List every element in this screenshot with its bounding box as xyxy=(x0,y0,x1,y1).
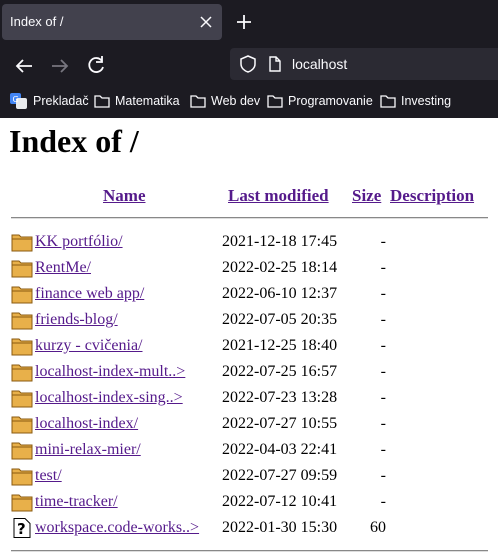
table-row: localhost-index-sing..> 2022-07-23 13:28 - xyxy=(0,386,498,412)
folder-icon[interactable] xyxy=(11,388,33,408)
table-row: KK portfólio/2021-12-18 17:45 - xyxy=(0,230,498,256)
url-bar[interactable]: localhost xyxy=(230,48,498,80)
last-modified-cell: 2022-06-10 12:37 xyxy=(222,285,338,302)
table-row: RentMe/2022-02-25 18:14 - xyxy=(0,256,498,282)
folder-icon[interactable] xyxy=(11,492,33,512)
unknown-file-icon[interactable]: ? xyxy=(11,518,33,538)
bookmark-item[interactable]: Investing xyxy=(380,91,451,111)
file-link[interactable]: KK portfólio/ xyxy=(35,233,123,251)
file-link[interactable]: time-tracker/ xyxy=(35,493,118,511)
last-modified-cell: 2022-07-25 16:57 xyxy=(222,363,338,380)
tab-bar: Index of / xyxy=(0,0,498,44)
table-row: friends-blog/2022-07-05 20:35 - xyxy=(0,308,498,334)
size-cell: - xyxy=(380,441,386,458)
back-icon[interactable] xyxy=(10,52,38,80)
folder-icon[interactable] xyxy=(11,362,33,382)
new-tab-icon[interactable] xyxy=(232,10,256,34)
file-link[interactable]: test/ xyxy=(35,467,62,485)
table-row: mini-relax-mier/2022-04-03 22:41 - xyxy=(0,438,498,464)
size-cell: - xyxy=(380,285,386,302)
tab-title: Index of / xyxy=(10,14,64,29)
table-row: test/2022-07-27 09:59 - xyxy=(0,464,498,490)
folder-icon[interactable] xyxy=(11,466,33,486)
last-modified-cell: 2022-04-03 22:41 xyxy=(222,441,338,458)
size-cell: - xyxy=(380,415,386,432)
file-link[interactable]: friends-blog/ xyxy=(35,311,118,329)
last-modified-cell: 2022-07-27 09:59 xyxy=(222,467,338,484)
tab-active[interactable]: Index of / xyxy=(2,4,222,40)
bookmark-item[interactable]: G Prekladač xyxy=(10,91,89,111)
table-row: localhost-index-mult..> 2022-07-25 16:57 - xyxy=(0,360,498,386)
size-cell: - xyxy=(380,233,386,250)
file-link[interactable]: kurzy - cvičenia/ xyxy=(35,337,143,355)
shield-icon[interactable] xyxy=(238,54,258,74)
file-link[interactable]: workspace.code-works..> xyxy=(35,519,199,537)
folder-icon[interactable] xyxy=(11,310,33,330)
column-header-last-modified[interactable]: Last modified xyxy=(228,186,329,206)
file-link[interactable]: mini-relax-mier/ xyxy=(35,441,141,459)
bookmark-item[interactable]: Matematika xyxy=(94,91,180,111)
table-row: finance web app/2022-06-10 12:37 - xyxy=(0,282,498,308)
svg-text:G: G xyxy=(13,95,19,104)
header-divider xyxy=(11,217,488,219)
table-row: kurzy - cvičenia/2021-12-25 18:40 - xyxy=(0,334,498,360)
browser-chrome: Index of / localhost G Prekladač Matemat… xyxy=(0,0,498,118)
last-modified-cell: 2022-07-27 10:55 xyxy=(222,415,338,432)
forward-icon[interactable] xyxy=(46,52,74,80)
size-cell: - xyxy=(380,337,386,354)
folder-icon[interactable] xyxy=(11,336,33,356)
folder-icon[interactable] xyxy=(11,284,33,304)
last-modified-cell: 2022-07-12 10:41 xyxy=(222,493,338,510)
size-cell: - xyxy=(380,259,386,276)
last-modified-cell: 2022-01-30 15:30 xyxy=(222,519,338,536)
page-content: Index of / Name Last modified Size Descr… xyxy=(0,118,498,556)
close-icon[interactable] xyxy=(196,12,216,32)
last-modified-cell: 2021-12-25 18:40 xyxy=(222,337,338,354)
folder-icon xyxy=(380,95,396,108)
folder-icon xyxy=(267,95,283,108)
size-cell: - xyxy=(380,363,386,380)
folder-icon[interactable] xyxy=(11,414,33,434)
file-link[interactable]: localhost-index-sing..> xyxy=(35,389,183,407)
svg-text:?: ? xyxy=(17,520,26,538)
file-link[interactable]: localhost-index/ xyxy=(35,415,138,433)
size-cell: 60 xyxy=(370,519,386,536)
nav-bar: localhost xyxy=(0,44,498,86)
folder-icon xyxy=(190,95,206,108)
size-cell: - xyxy=(380,311,386,328)
bookmark-item[interactable]: Programovanie xyxy=(267,91,373,111)
size-cell: - xyxy=(380,389,386,406)
last-modified-cell: 2022-07-23 13:28 xyxy=(222,389,338,406)
folder-icon xyxy=(94,95,110,108)
column-header-size[interactable]: Size xyxy=(352,186,381,206)
last-modified-cell: 2021-12-18 17:45 xyxy=(222,233,338,250)
bookmark-item[interactable]: Web dev xyxy=(190,91,260,111)
footer-divider xyxy=(11,550,488,552)
table-row: ? workspace.code-works..> 2022-01-30 15:30… xyxy=(0,516,498,542)
last-modified-cell: 2022-07-05 20:35 xyxy=(222,311,338,328)
column-header-description[interactable]: Description xyxy=(390,186,474,206)
page-icon xyxy=(269,56,281,72)
table-row: time-tracker/2022-07-12 10:41 - xyxy=(0,490,498,516)
file-link[interactable]: RentMe/ xyxy=(35,259,91,277)
column-header-name[interactable]: Name xyxy=(103,186,145,206)
folder-icon[interactable] xyxy=(11,232,33,252)
bookmarks-bar: G Prekladač Matematika Web dev Programov… xyxy=(0,86,498,116)
last-modified-cell: 2022-02-25 18:14 xyxy=(222,259,338,276)
folder-icon[interactable] xyxy=(11,258,33,278)
reload-icon[interactable] xyxy=(82,52,110,80)
size-cell: - xyxy=(380,467,386,484)
folder-icon[interactable] xyxy=(11,440,33,460)
page-title: Index of / xyxy=(9,123,139,159)
table-row: localhost-index/2022-07-27 10:55 - xyxy=(0,412,498,438)
size-cell: - xyxy=(380,493,386,510)
url-text[interactable]: localhost xyxy=(292,56,347,72)
file-link[interactable]: finance web app/ xyxy=(35,285,144,303)
file-link[interactable]: localhost-index-mult..> xyxy=(35,363,185,381)
translate-icon: G xyxy=(10,93,27,109)
